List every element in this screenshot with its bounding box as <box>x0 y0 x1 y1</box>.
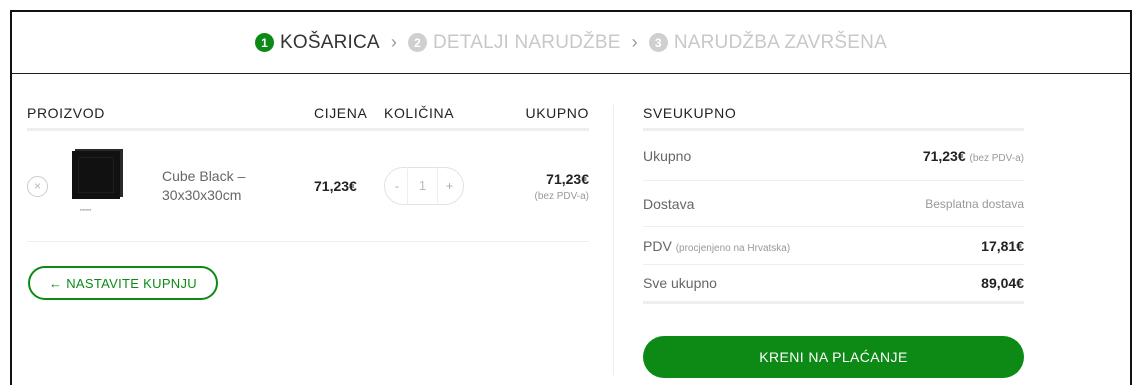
product-cell: × ▪▪▪▪▪▪▪▪ Cube Black – 30x30x30cm <box>27 149 314 223</box>
qty-increase-button[interactable]: + <box>446 179 453 193</box>
step-order-complete[interactable]: 3 NARUDŽBA ZAVRŠENA <box>648 31 887 54</box>
chevron-right-icon: › <box>631 32 638 52</box>
step-label: DETALJI NARUDŽBE <box>433 31 621 53</box>
subtotal-value: 71,23€ <box>922 147 966 164</box>
remove-item-icon[interactable]: × <box>27 175 48 197</box>
vat-label: PDV <box>643 237 672 254</box>
grand-total-label: Sve ukupno <box>643 275 717 291</box>
vat-value: 17,81€ <box>981 237 1024 254</box>
item-total: 71,23€ <box>546 170 589 187</box>
grand-total-value: 89,04€ <box>981 275 1024 291</box>
shipping-row: Dostava Besplatna dostava <box>643 181 1024 227</box>
item-total-note: (bez PDV-a) <box>534 190 589 202</box>
cart-table: PROIZVOD CIJENA KOLIČINA UKUPNO × ▪▪▪▪▪▪… <box>27 98 589 242</box>
cube-graphic <box>72 151 120 199</box>
cart-totals: SVEUKUPNO Ukupno 71,23€ (bez PDV-a) Dost… <box>643 98 1024 304</box>
column-divider <box>613 105 614 375</box>
cart-item-row: × ▪▪▪▪▪▪▪▪ Cube Black – 30x30x30cm 71,23… <box>27 131 589 242</box>
cart-header: PROIZVOD CIJENA KOLIČINA UKUPNO <box>27 98 589 131</box>
grand-total-row: Sve ukupno 89,04€ <box>643 265 1024 304</box>
product-image[interactable]: ▪▪▪▪▪▪▪▪ <box>68 149 132 223</box>
header-price: CIJENA <box>314 105 368 121</box>
step-order-details[interactable]: 2 DETALJI NARUDŽBE <box>408 32 621 54</box>
quantity-cell: - 1 + <box>384 167 504 205</box>
qty-decrease-button[interactable]: - <box>395 179 399 193</box>
step-number-icon: 1 <box>255 33 275 52</box>
header-quantity: KOLIČINA <box>384 105 455 121</box>
proceed-to-checkout-button[interactable]: KRENI NA PLAĆANJE <box>643 336 1024 378</box>
image-caption: ▪▪▪▪▪▪▪▪ <box>80 207 92 212</box>
item-price: 71,23€ <box>314 178 357 194</box>
vat-row: PDV (procjenjeno na Hrvatska) 17,81€ <box>643 227 1024 265</box>
subtotal-label: Ukupno <box>643 147 692 164</box>
header-product: PROIZVOD <box>27 105 105 121</box>
shipping-value: Besplatna dostava <box>925 196 1024 211</box>
step-cart[interactable]: 1 KOŠARICA <box>255 32 380 54</box>
checkout-steps: 1 KOŠARICA › 2 DETALJI NARUDŽBE › 3 NARU… <box>12 12 1130 74</box>
subtotal-row: Ukupno 71,23€ (bez PDV-a) <box>643 131 1024 181</box>
chevron-right-icon: › <box>390 32 398 52</box>
step-label: KOŠARICA <box>280 31 380 53</box>
continue-shopping-button[interactable]: ← NASTAVITE KUPNJU <box>28 266 218 300</box>
qty-input[interactable]: 1 <box>406 167 439 205</box>
item-total-cell: 71,23€ (bez PDV-a) <box>504 171 589 202</box>
totals-title: SVEUKUPNO <box>643 98 1024 131</box>
step-number-icon: 2 <box>408 33 428 52</box>
quantity-stepper: - 1 + <box>384 167 464 205</box>
product-name-link[interactable]: Cube Black – 30x30x30cm <box>162 167 262 205</box>
subtotal-note: (bez PDV-a) <box>969 152 1024 164</box>
header-total: UKUPNO <box>525 105 589 121</box>
vat-note: (procjenjeno na Hrvatska) <box>675 242 791 254</box>
shipping-label: Dostava <box>643 195 695 212</box>
step-label: NARUDŽBA ZAVRŠENA <box>673 31 887 53</box>
step-number-icon: 3 <box>648 33 668 52</box>
